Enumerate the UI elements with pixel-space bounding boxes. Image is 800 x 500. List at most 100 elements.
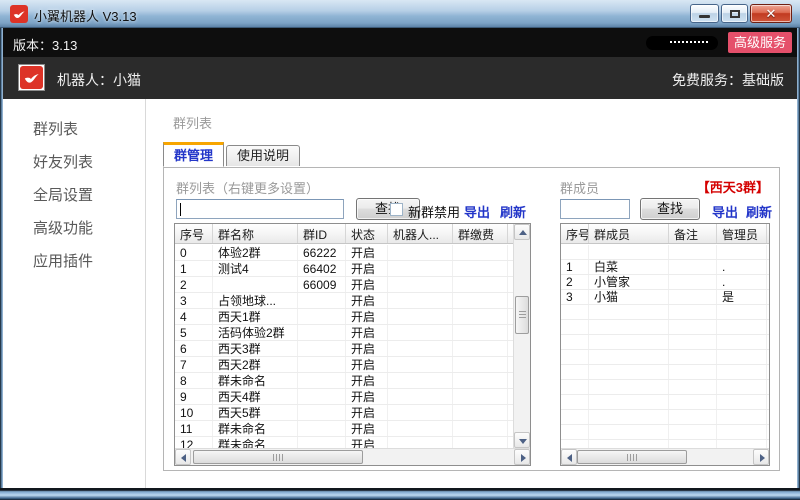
table-cell (589, 245, 669, 259)
table-row[interactable]: 3小猫是 (561, 290, 769, 305)
member-find-button[interactable]: 查找 (640, 198, 700, 220)
window-title: 小翼机器人 V3.13 (34, 6, 137, 25)
table-cell: 开启 (346, 437, 388, 448)
page-title: 群列表 (173, 113, 212, 132)
table-cell: 测试4 (213, 261, 298, 276)
table-cell (589, 350, 669, 364)
table-cell (717, 380, 767, 394)
table-row[interactable] (561, 350, 769, 365)
group-table-hscrollbar[interactable] (175, 448, 530, 465)
window-border-left (0, 28, 3, 488)
table-row[interactable]: 5活码体验2群开启 (175, 325, 513, 341)
table-cell (298, 309, 346, 324)
scroll-up-button[interactable] (514, 224, 530, 240)
table-row[interactable] (561, 410, 769, 425)
table-row[interactable]: 4西天1群开启 (175, 309, 513, 325)
table-cell: 5 (175, 325, 213, 340)
sidebar-item-app-plugins[interactable]: 应用插件 (3, 245, 145, 278)
table-row[interactable]: 11群未命名开启 (175, 421, 513, 437)
column-header[interactable]: 群名称 (213, 224, 298, 243)
table-cell-filler (767, 320, 769, 334)
table-cell (388, 437, 453, 448)
table-cell: 10 (175, 405, 213, 420)
content-area: 群列表 好友列表 全局设置 高级功能 应用插件 群列表 群管理 使用说明 群列表… (3, 99, 797, 488)
table-cell (561, 305, 589, 319)
robot-bar: 机器人：小猫 免费服务：基础版 (0, 57, 800, 99)
table-row[interactable] (561, 380, 769, 395)
table-cell (298, 357, 346, 372)
restore-button[interactable] (721, 4, 748, 23)
scroll-left-button[interactable] (175, 449, 191, 465)
group-table-vscrollbar[interactable] (513, 224, 530, 448)
table-row[interactable]: 8群未命名开启 (175, 373, 513, 389)
column-header[interactable]: 管理员 (717, 224, 767, 243)
table-cell (388, 341, 453, 356)
tab-usage-instructions[interactable]: 使用说明 (226, 145, 300, 166)
scroll-left-button[interactable] (561, 449, 577, 465)
table-cell (453, 421, 508, 436)
table-row[interactable]: 9西天4群开启 (175, 389, 513, 405)
sidebar-item-group-list[interactable]: 群列表 (3, 113, 145, 146)
member-refresh-link[interactable]: 刷新 (746, 202, 772, 221)
table-row[interactable]: 266009开启 (175, 277, 513, 293)
minimize-button[interactable] (690, 4, 719, 23)
table-row[interactable]: 3占领地球...开启 (175, 293, 513, 309)
table-row[interactable]: 12群未命名开启 (175, 437, 513, 448)
member-search-input[interactable] (560, 199, 630, 219)
sidebar: 群列表 好友列表 全局设置 高级功能 应用插件 (3, 99, 145, 488)
column-header[interactable]: 群成员 (589, 224, 669, 243)
column-header[interactable]: 状态 (346, 224, 388, 243)
column-header[interactable]: 机器人... (388, 224, 453, 243)
table-row[interactable] (561, 365, 769, 380)
table-row[interactable]: 0体验2群66222开启 (175, 245, 513, 261)
new-group-disable-label[interactable]: 新群禁用 (408, 202, 460, 221)
column-header[interactable]: 序号 (561, 224, 589, 243)
scroll-right-button[interactable] (514, 449, 530, 465)
table-row[interactable] (561, 395, 769, 410)
hscroll-thumb[interactable] (577, 450, 687, 464)
table-cell: 开启 (346, 309, 388, 324)
table-cell (589, 440, 669, 448)
group-refresh-link[interactable]: 刷新 (500, 202, 526, 221)
member-export-link[interactable]: 导出 (712, 202, 738, 221)
member-table-hscrollbar[interactable] (561, 448, 769, 465)
table-cell-filler (767, 290, 769, 304)
table-row[interactable] (561, 425, 769, 440)
column-header[interactable]: 群缴费 (453, 224, 508, 243)
table-row[interactable] (561, 245, 769, 260)
new-group-disable-checkbox[interactable] (390, 203, 403, 216)
table-row[interactable] (561, 320, 769, 335)
table-row[interactable] (561, 335, 769, 350)
table-row[interactable] (561, 440, 769, 448)
scroll-right-button[interactable] (753, 449, 769, 465)
sidebar-item-friend-list[interactable]: 好友列表 (3, 146, 145, 179)
premium-service-button[interactable]: 高级服务 (728, 32, 792, 53)
column-header[interactable]: 群ID (298, 224, 346, 243)
table-row[interactable]: 7西天2群开启 (175, 357, 513, 373)
table-row[interactable]: 1白菜. (561, 260, 769, 275)
group-search-input[interactable] (176, 199, 344, 219)
table-cell (388, 373, 453, 388)
table-cell: 群未命名 (213, 421, 298, 436)
table-row[interactable]: 1测试466402开启 (175, 261, 513, 277)
hscroll-thumb[interactable] (193, 450, 363, 464)
version-label: 版本：3.13 (13, 35, 77, 54)
table-cell (298, 341, 346, 356)
table-cell: 开启 (346, 357, 388, 372)
column-header[interactable]: 序号 (175, 224, 213, 243)
sidebar-item-global-settings[interactable]: 全局设置 (3, 179, 145, 212)
table-row[interactable]: 10西天5群开启 (175, 405, 513, 421)
group-export-link[interactable]: 导出 (464, 202, 490, 221)
close-button[interactable]: ✕ (750, 4, 792, 23)
sidebar-item-advanced-features[interactable]: 高级功能 (3, 212, 145, 245)
tab-group-management[interactable]: 群管理 (163, 142, 224, 167)
table-row[interactable]: 6西天3群开启 (175, 341, 513, 357)
table-cell (561, 350, 589, 364)
vscroll-thumb[interactable] (515, 296, 529, 334)
column-header[interactable]: 备注 (669, 224, 717, 243)
scroll-down-button[interactable] (514, 432, 530, 448)
table-row[interactable]: 2小管家. (561, 275, 769, 290)
table-row[interactable] (561, 305, 769, 320)
table-cell (388, 261, 453, 276)
window-controls: ✕ (690, 4, 792, 23)
